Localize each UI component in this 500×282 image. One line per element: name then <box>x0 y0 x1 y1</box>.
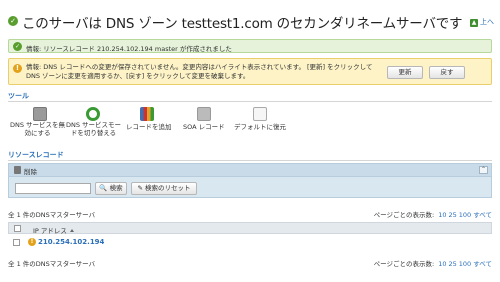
up-link-label: 上へ <box>480 18 494 26</box>
search-icon: 🔍 <box>99 184 108 192</box>
success-check-icon: ✓ <box>13 42 22 51</box>
delete-button[interactable]: 削除 <box>24 166 37 176</box>
table-header: IP アドレス <box>8 222 492 235</box>
search-input[interactable] <box>15 183 91 194</box>
records-toolbar: 削除 ⌃ 🔍 検索 ✎ 検索のリセット <box>8 163 492 198</box>
tools-heading: ツール <box>8 92 29 100</box>
warning-icon: ! <box>13 64 22 73</box>
up-link[interactable]: ▲ 上へ <box>470 17 494 27</box>
up-arrow-icon: ▲ <box>470 19 478 27</box>
add-record-icon <box>140 107 154 121</box>
search-button[interactable]: 🔍 検索 <box>95 182 127 195</box>
tool-label: デフォルトに復元 <box>234 123 286 131</box>
brush-icon: ✎ <box>137 184 143 192</box>
reset-search-button[interactable]: ✎ 検索のリセット <box>131 182 197 195</box>
tool-label: SOA レコード <box>183 123 225 131</box>
column-ip-address[interactable]: IP アドレス <box>33 225 74 235</box>
undo-button[interactable]: 戻す <box>429 66 465 79</box>
per-page-option[interactable]: 25 <box>449 260 457 268</box>
divider <box>8 101 492 102</box>
warning-banner: ! 情報: DNS レコードへの変更が保存されていません。変更内容はハイライト表… <box>8 58 492 85</box>
restore-default-icon <box>253 107 267 121</box>
page-title: このサーバは DNS ゾーン testtest1.com のセカンダリネームサー… <box>22 16 463 32</box>
per-page-option[interactable]: すべて <box>473 260 492 268</box>
dns-disable-icon <box>33 107 47 121</box>
table-row: ! 210.254.102.194 <box>8 236 492 248</box>
per-page: ページごとの表示数: 10 25 100 すべて <box>373 211 492 219</box>
tool-label: DNS サービスを無 効にする <box>10 121 66 137</box>
per-page-option[interactable]: 100 <box>459 211 471 219</box>
warning-message: 情報: DNS レコードへの変更が保存されていません。変更内容はハイライト表示さ… <box>26 63 373 80</box>
per-page: ページごとの表示数: 10 25 100 すべて <box>373 260 492 268</box>
per-page-option[interactable]: 100 <box>459 260 471 268</box>
record-count: 全 1 件のDNSマスターサーバ <box>8 211 96 219</box>
per-page-option[interactable]: 25 <box>449 211 457 219</box>
soa-record-icon <box>197 107 211 121</box>
success-banner: ✓ 情報: リソースレコード 210.254.102.194 master が作… <box>8 39 492 53</box>
ip-address-link[interactable]: 210.254.102.194 <box>38 238 104 246</box>
trash-icon[interactable] <box>14 166 21 174</box>
warning-icon: ! <box>28 238 36 246</box>
switch-mode-icon <box>86 107 100 121</box>
per-page-option[interactable]: 10 <box>438 211 446 219</box>
tool-label: レコードを追加 <box>126 123 172 131</box>
record-count: 全 1 件のDNSマスターサーバ <box>8 260 96 268</box>
check-icon: ✓ <box>8 16 18 26</box>
pagination-top: 全 1 件のDNSマスターサーバ ページごとの表示数: 10 25 100 すべて <box>8 209 492 219</box>
update-button[interactable]: 更新 <box>387 66 423 79</box>
tool-label: DNS サービスモー ドを切り替える <box>66 121 122 137</box>
per-page-option[interactable]: 10 <box>438 260 446 268</box>
records-toolbar-bar: 削除 ⌃ <box>9 164 491 177</box>
select-all-checkbox[interactable] <box>14 225 21 232</box>
pagination-bottom: 全 1 件のDNSマスターサーバ ページごとの表示数: 10 25 100 すべて <box>8 258 492 268</box>
records-heading: リソースレコード <box>8 151 64 159</box>
sort-asc-icon <box>69 229 74 232</box>
divider <box>8 160 492 161</box>
per-page-option[interactable]: すべて <box>473 211 492 219</box>
page-header: ✓ このサーバは DNS ゾーン testtest1.com のセカンダリネーム… <box>8 12 494 32</box>
success-message: 情報: リソースレコード 210.254.102.194 master が作成さ… <box>26 45 232 53</box>
row-checkbox[interactable] <box>13 239 20 246</box>
collapse-button[interactable]: ⌃ <box>479 166 488 174</box>
